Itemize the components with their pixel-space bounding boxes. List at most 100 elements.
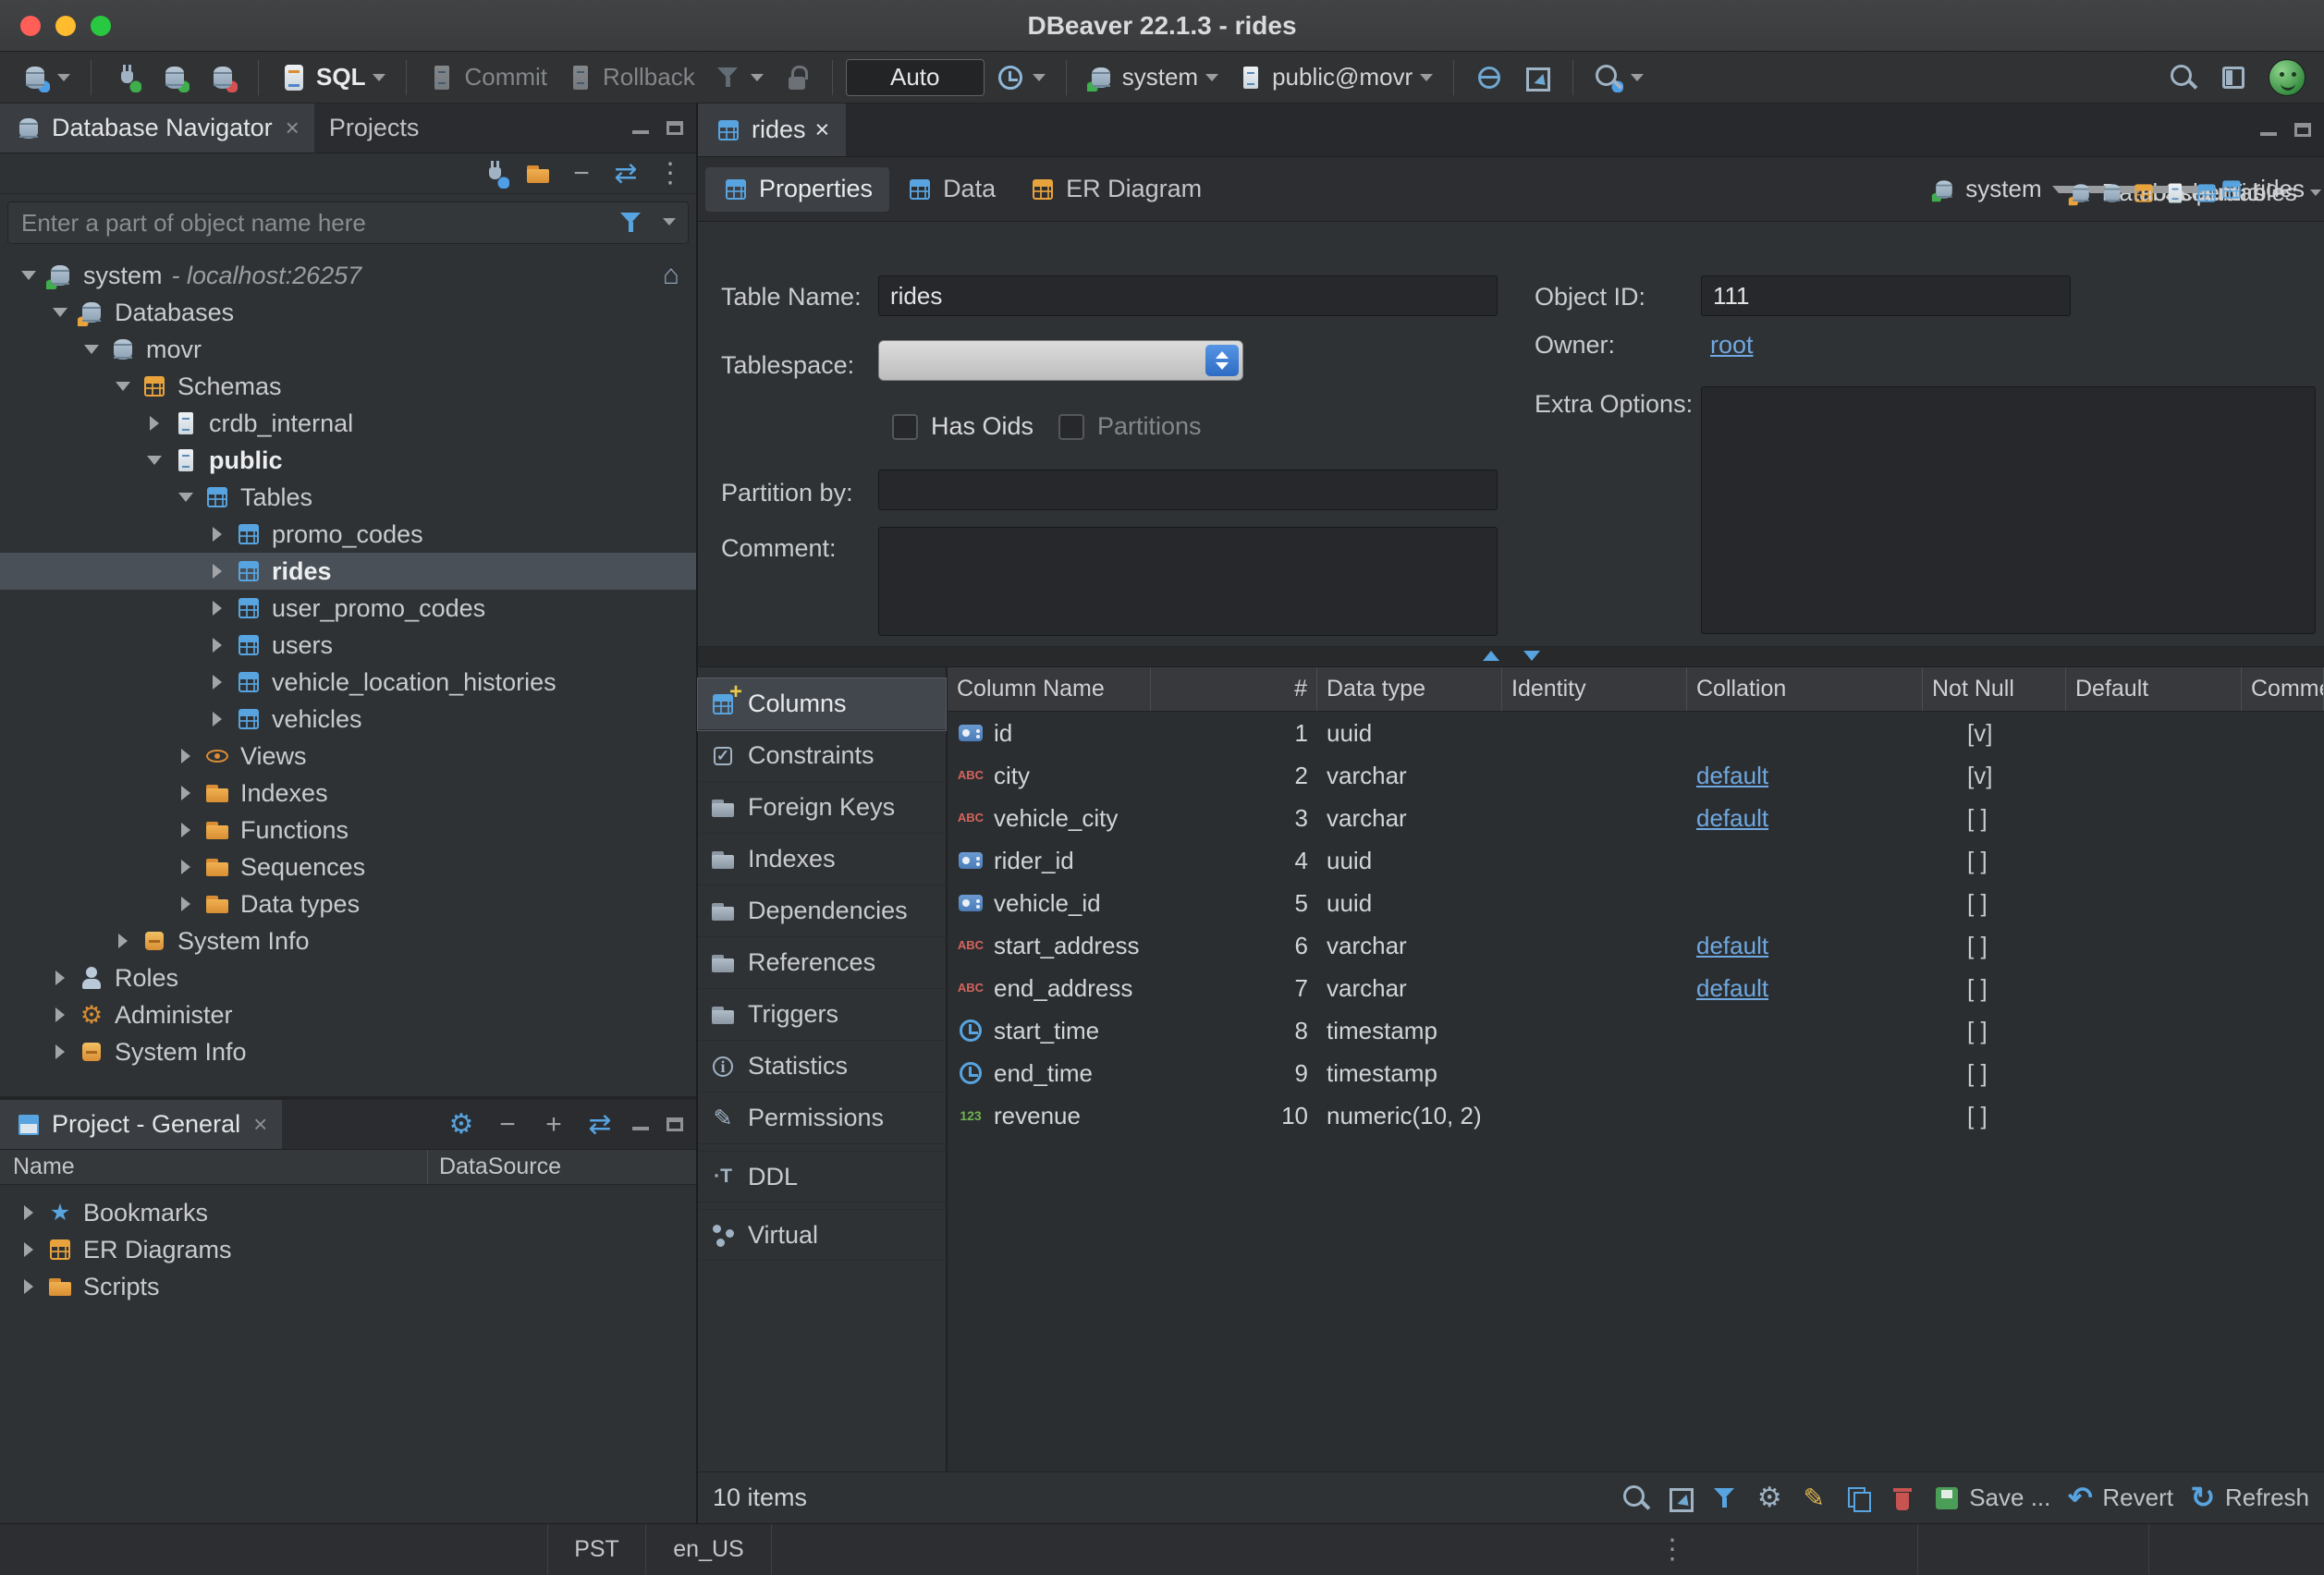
expand-arrow-icon[interactable] xyxy=(203,712,231,726)
tree-item[interactable]: Indexes xyxy=(0,775,696,812)
sql-editor-button[interactable]: SQL xyxy=(272,57,393,98)
expand-arrow-icon[interactable] xyxy=(15,1279,43,1294)
tab-database-navigator[interactable]: Database Navigator × xyxy=(0,104,314,153)
tree-item[interactable]: Databases xyxy=(0,294,696,331)
disconnect-button[interactable] xyxy=(201,57,245,98)
grid-column-header[interactable]: # xyxy=(1151,667,1317,711)
tree-item[interactable]: user_promo_codes xyxy=(0,590,696,627)
table-row[interactable]: city 2 varchar default [v] xyxy=(948,754,2324,797)
grid-column-header[interactable]: Identity xyxy=(1502,667,1687,711)
active-database-select[interactable]: public@movr xyxy=(1229,57,1440,98)
owner-link[interactable]: root xyxy=(1710,331,1754,360)
expand-arrow-icon[interactable] xyxy=(141,416,168,431)
maximize-view-icon[interactable] xyxy=(2294,123,2311,137)
object-search-button[interactable] xyxy=(1586,57,1651,98)
data-transfer-button[interactable] xyxy=(1515,57,1560,98)
object-filter-input[interactable] xyxy=(7,201,689,244)
object-id-field[interactable] xyxy=(1701,275,2071,316)
tree-item[interactable]: Sequences xyxy=(0,849,696,885)
new-connection-button[interactable] xyxy=(13,57,78,98)
close-icon[interactable]: × xyxy=(286,114,300,142)
reconnect-button[interactable] xyxy=(153,57,197,98)
connect-button[interactable] xyxy=(104,57,149,98)
grid-column-header[interactable]: Default xyxy=(2066,667,2242,711)
table-row[interactable]: vehicle_id 5 uuid [ ] xyxy=(948,882,2324,924)
table-row[interactable]: id 1 uuid [v] xyxy=(948,712,2324,754)
object-editor-section-tab[interactable]: Columns xyxy=(698,678,946,730)
expand-arrow-icon[interactable] xyxy=(203,527,231,542)
object-editor-section-tab[interactable]: Virtual xyxy=(698,1209,946,1261)
transaction-log-button[interactable] xyxy=(706,57,771,98)
object-editor-section-tab[interactable]: DDL xyxy=(698,1151,946,1203)
delete-icon[interactable] xyxy=(1888,1483,1917,1513)
expand-arrow-icon[interactable] xyxy=(203,675,231,690)
name-column-header[interactable]: Name xyxy=(0,1154,427,1180)
object-editor-section-tab[interactable]: Constraints xyxy=(698,730,946,782)
expand-arrow-icon[interactable] xyxy=(172,860,200,874)
minimize-view-icon[interactable] xyxy=(2259,121,2278,140)
object-editor-section-tab[interactable]: Statistics xyxy=(698,1041,946,1093)
grid-column-header[interactable]: Comment xyxy=(2242,667,2324,711)
table-name-field[interactable] xyxy=(878,275,1498,316)
collation-cell[interactable] xyxy=(1687,712,1923,754)
collation-cell[interactable] xyxy=(1687,1009,1923,1052)
grid-column-header[interactable]: Not Null xyxy=(1923,667,2066,711)
link-with-editor-icon[interactable]: ⇄ xyxy=(611,159,641,189)
object-editor-section-tab[interactable]: References xyxy=(698,937,946,989)
partitions-checkbox[interactable] xyxy=(1058,414,1084,440)
close-window-button[interactable] xyxy=(20,16,41,36)
expand-all-icon[interactable]: + xyxy=(539,1110,569,1140)
tree-item[interactable]: Administer xyxy=(0,996,696,1033)
expand-arrow-icon[interactable] xyxy=(109,382,137,391)
tree-item[interactable]: rides xyxy=(0,553,696,590)
collapse-all-icon[interactable]: − xyxy=(567,159,596,189)
transaction-mode-select[interactable]: Auto xyxy=(846,59,985,96)
collation-cell[interactable] xyxy=(1687,1094,1923,1137)
expand-arrow-icon[interactable] xyxy=(203,638,231,653)
tab-projects[interactable]: Projects xyxy=(314,104,434,153)
collation-cell[interactable] xyxy=(1687,1052,1923,1094)
expand-arrow-icon[interactable] xyxy=(46,971,74,985)
tree-item[interactable]: users xyxy=(0,627,696,664)
expand-arrow-icon[interactable] xyxy=(203,564,231,579)
expand-arrow-icon[interactable] xyxy=(172,493,200,502)
editor-subtab[interactable]: ER Diagram xyxy=(1012,167,1218,212)
lock-button[interactable] xyxy=(775,57,819,98)
grid-column-header[interactable]: Data type xyxy=(1317,667,1502,711)
tree-item[interactable]: Data types xyxy=(0,885,696,922)
collapse-up-icon[interactable] xyxy=(1483,651,1499,661)
object-editor-section-tab[interactable]: Triggers xyxy=(698,989,946,1041)
locale-indicator[interactable]: en_US xyxy=(645,1524,771,1575)
tree-item[interactable]: Views xyxy=(0,738,696,775)
chevron-down-icon[interactable] xyxy=(663,218,676,226)
table-row[interactable]: start_time 8 timestamp [ ] xyxy=(948,1009,2324,1052)
grid-settings-icon[interactable] xyxy=(1755,1483,1784,1513)
new-connection-icon[interactable] xyxy=(480,159,509,189)
tree-item[interactable]: Bookmarks xyxy=(0,1194,696,1231)
partition-by-field[interactable] xyxy=(878,470,1498,510)
minimize-view-icon[interactable] xyxy=(631,119,650,138)
tree-item[interactable]: Schemas xyxy=(0,368,696,405)
expand-arrow-icon[interactable] xyxy=(172,749,200,763)
tree-item[interactable]: System Info xyxy=(0,1033,696,1070)
object-editor-section-tab[interactable]: Dependencies xyxy=(698,885,946,937)
tab-rides-editor[interactable]: rides × xyxy=(698,104,846,156)
tree-item[interactable]: Roles xyxy=(0,959,696,996)
grid-export-icon[interactable] xyxy=(1666,1483,1695,1513)
tree-item[interactable]: Functions xyxy=(0,812,696,849)
expand-arrow-icon[interactable] xyxy=(78,345,105,354)
collapse-down-icon[interactable] xyxy=(1523,651,1540,661)
settings-gear-icon[interactable]: ⚙ xyxy=(446,1110,476,1140)
grid-column-header[interactable]: Column Name xyxy=(948,667,1151,711)
table-row[interactable]: end_time 9 timestamp [ ] xyxy=(948,1052,2324,1094)
tree-item[interactable]: vehicles xyxy=(0,701,696,738)
collation-cell[interactable]: default xyxy=(1687,924,1923,967)
tree-item[interactable]: system - localhost:26257 xyxy=(0,257,696,294)
tree-item[interactable]: crdb_internal xyxy=(0,405,696,442)
expand-arrow-icon[interactable] xyxy=(141,456,168,465)
collation-cell[interactable]: default xyxy=(1687,797,1923,839)
link-with-editor-icon[interactable]: ⇄ xyxy=(585,1110,615,1140)
global-search-icon[interactable] xyxy=(2169,63,2198,92)
table-row[interactable]: vehicle_city 3 varchar default [ ] xyxy=(948,797,2324,839)
grid-search-icon[interactable] xyxy=(1621,1483,1651,1513)
